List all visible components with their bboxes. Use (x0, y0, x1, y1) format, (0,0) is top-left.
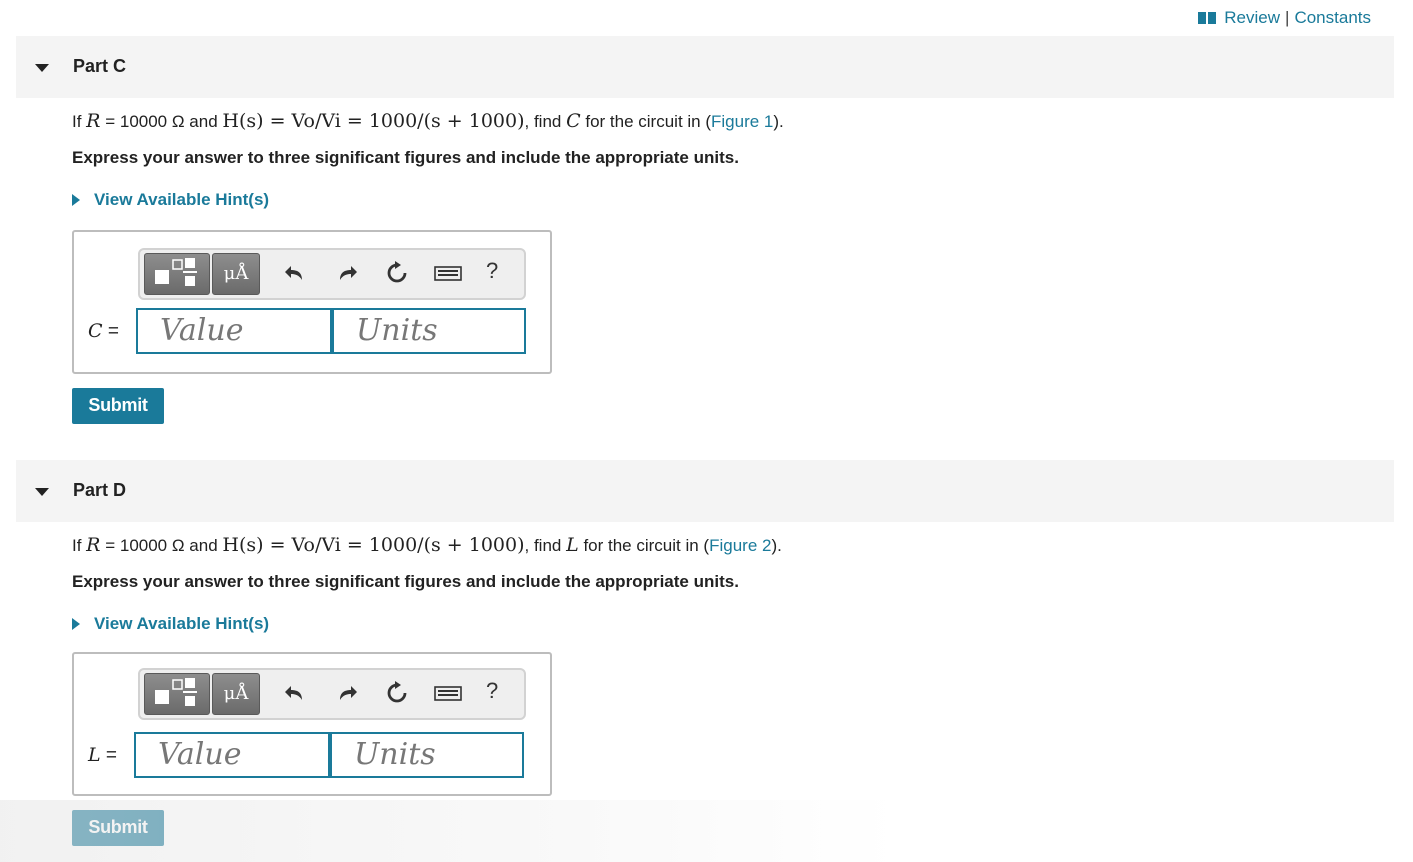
link-separator: | (1285, 8, 1290, 27)
expand-triangle-icon (72, 618, 80, 630)
part-c-instruction: Express your answer to three significant… (72, 148, 739, 167)
part-d-title: Part D (73, 480, 127, 500)
part-c-title: Part C (73, 56, 127, 76)
part-d-hint-toggle[interactable]: View Available Hint(s) (72, 614, 269, 634)
resource-links: Review | Constants (1198, 8, 1371, 28)
part-c-answer-box: μÅ ? C = Value Units (72, 230, 552, 374)
value-input[interactable]: Value (134, 732, 330, 778)
expand-triangle-icon (72, 194, 80, 206)
templates-button[interactable] (144, 253, 210, 295)
reset-icon[interactable] (384, 260, 410, 286)
math-toolbar: μÅ ? (138, 248, 526, 300)
templates-icon (155, 678, 197, 706)
part-c-submit-button[interactable]: Submit (72, 388, 164, 424)
part-d-submit-button[interactable]: Submit (72, 810, 164, 846)
keyboard-icon[interactable] (434, 680, 462, 706)
review-link[interactable]: Review (1224, 8, 1280, 28)
undo-icon[interactable] (282, 260, 308, 286)
reset-icon[interactable] (384, 680, 410, 706)
variable-label: L = (88, 744, 117, 766)
value-input[interactable]: Value (136, 308, 332, 354)
undo-icon[interactable] (282, 680, 308, 706)
collapse-caret-icon[interactable] (35, 488, 49, 496)
variable-label: C = (88, 320, 119, 342)
units-button[interactable]: μÅ (212, 673, 260, 715)
templates-icon (155, 258, 197, 286)
figure-1-link[interactable]: Figure 1 (711, 112, 773, 131)
part-c-question: If R = 10000 Ω and H(s) = Vo/Vi = 1000/(… (72, 110, 784, 132)
collapse-caret-icon[interactable] (35, 64, 49, 72)
help-icon[interactable]: ? (486, 678, 498, 704)
figure-2-link[interactable]: Figure 2 (709, 536, 771, 555)
top-bar: Review | Constants (0, 0, 1413, 36)
part-d-header[interactable]: Part D (16, 460, 1394, 522)
part-d-instruction: Express your answer to three significant… (72, 572, 739, 591)
keyboard-icon[interactable] (434, 260, 462, 286)
math-toolbar: μÅ ? (138, 668, 526, 720)
constants-link[interactable]: Constants (1294, 8, 1371, 28)
book-icon (1198, 12, 1217, 24)
help-icon[interactable]: ? (486, 258, 498, 284)
part-d-answer-box: μÅ ? L = Value Units (72, 652, 552, 796)
part-c-header[interactable]: Part C (16, 36, 1394, 98)
units-input[interactable]: Units (330, 732, 524, 778)
part-d-question: If R = 10000 Ω and H(s) = Vo/Vi = 1000/(… (72, 534, 782, 556)
units-input[interactable]: Units (332, 308, 526, 354)
redo-icon[interactable] (334, 680, 360, 706)
templates-button[interactable] (144, 673, 210, 715)
part-c-hint-toggle[interactable]: View Available Hint(s) (72, 190, 269, 210)
units-button[interactable]: μÅ (212, 253, 260, 295)
redo-icon[interactable] (334, 260, 360, 286)
